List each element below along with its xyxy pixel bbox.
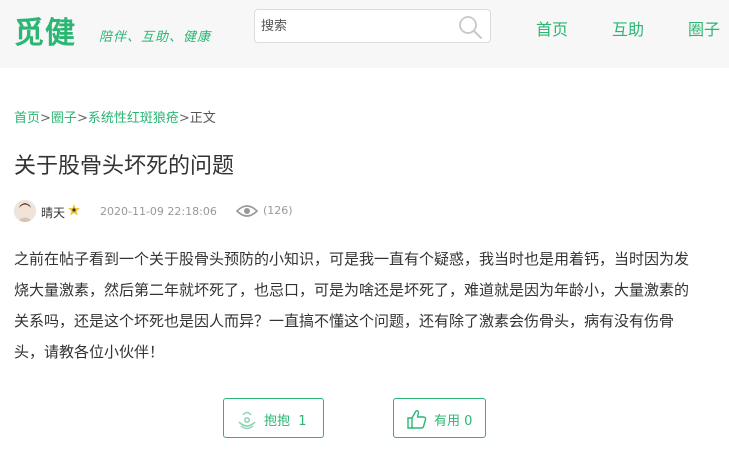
breadcrumb-separator: > (76, 111, 88, 126)
site-logo[interactable]: 觅健 (14, 8, 76, 52)
search-icon[interactable] (457, 14, 483, 40)
search-box (254, 9, 491, 43)
hug-count: 1 (298, 414, 307, 429)
thumbs-up-icon (407, 410, 427, 429)
breadcrumb-home[interactable]: 首页 (14, 111, 40, 126)
site-slogan: 陪伴、互助、健康 (99, 30, 212, 45)
avatar[interactable] (14, 200, 36, 222)
post-time: 2020-11-09 22:18:06 (100, 205, 217, 218)
hug-icon (238, 411, 256, 430)
post-title: 关于股骨头坏死的问题 (14, 154, 235, 179)
hug-label: 抱抱 1 (264, 410, 307, 429)
avatar-image (14, 200, 36, 222)
nav-mutual-help[interactable]: 互助 (612, 16, 644, 40)
search-input[interactable] (261, 16, 451, 36)
site-header: 觅健 陪伴、互助、健康 首页 互助 圈子 (0, 0, 729, 68)
hug-text: 抱抱 (264, 414, 291, 429)
post-meta: 晴天 2020-11-09 22:18:06 (126) (14, 200, 414, 224)
nav-home[interactable]: 首页 (536, 16, 568, 40)
useful-button[interactable]: 有用 0 (393, 398, 486, 438)
breadcrumb-separator: > (178, 111, 190, 126)
breadcrumb-current: 正文 (189, 111, 216, 126)
post-body: 之前在帖子看到一个关于股骨头预防的小知识，可是我一直有个疑惑，我当时也是用着钙，… (14, 250, 690, 361)
breadcrumb: 首页>圈子>系统性红斑狼疮>正文 (14, 107, 216, 126)
useful-count: 0 (464, 414, 473, 429)
breadcrumb-circles[interactable]: 圈子 (51, 111, 77, 126)
eye-icon (236, 205, 258, 217)
breadcrumb-lupus[interactable]: 系统性红斑狼疮 (88, 111, 179, 126)
nav-circles[interactable]: 圈子 (688, 16, 720, 40)
view-count: (126) (263, 204, 293, 217)
author-name[interactable]: 晴天 (41, 204, 65, 221)
user-badge-icon (68, 204, 80, 216)
useful-label: 有用 0 (434, 410, 472, 429)
hug-button[interactable]: 抱抱 1 (223, 398, 324, 438)
breadcrumb-separator: > (40, 111, 51, 126)
useful-text: 有用 (434, 414, 461, 429)
